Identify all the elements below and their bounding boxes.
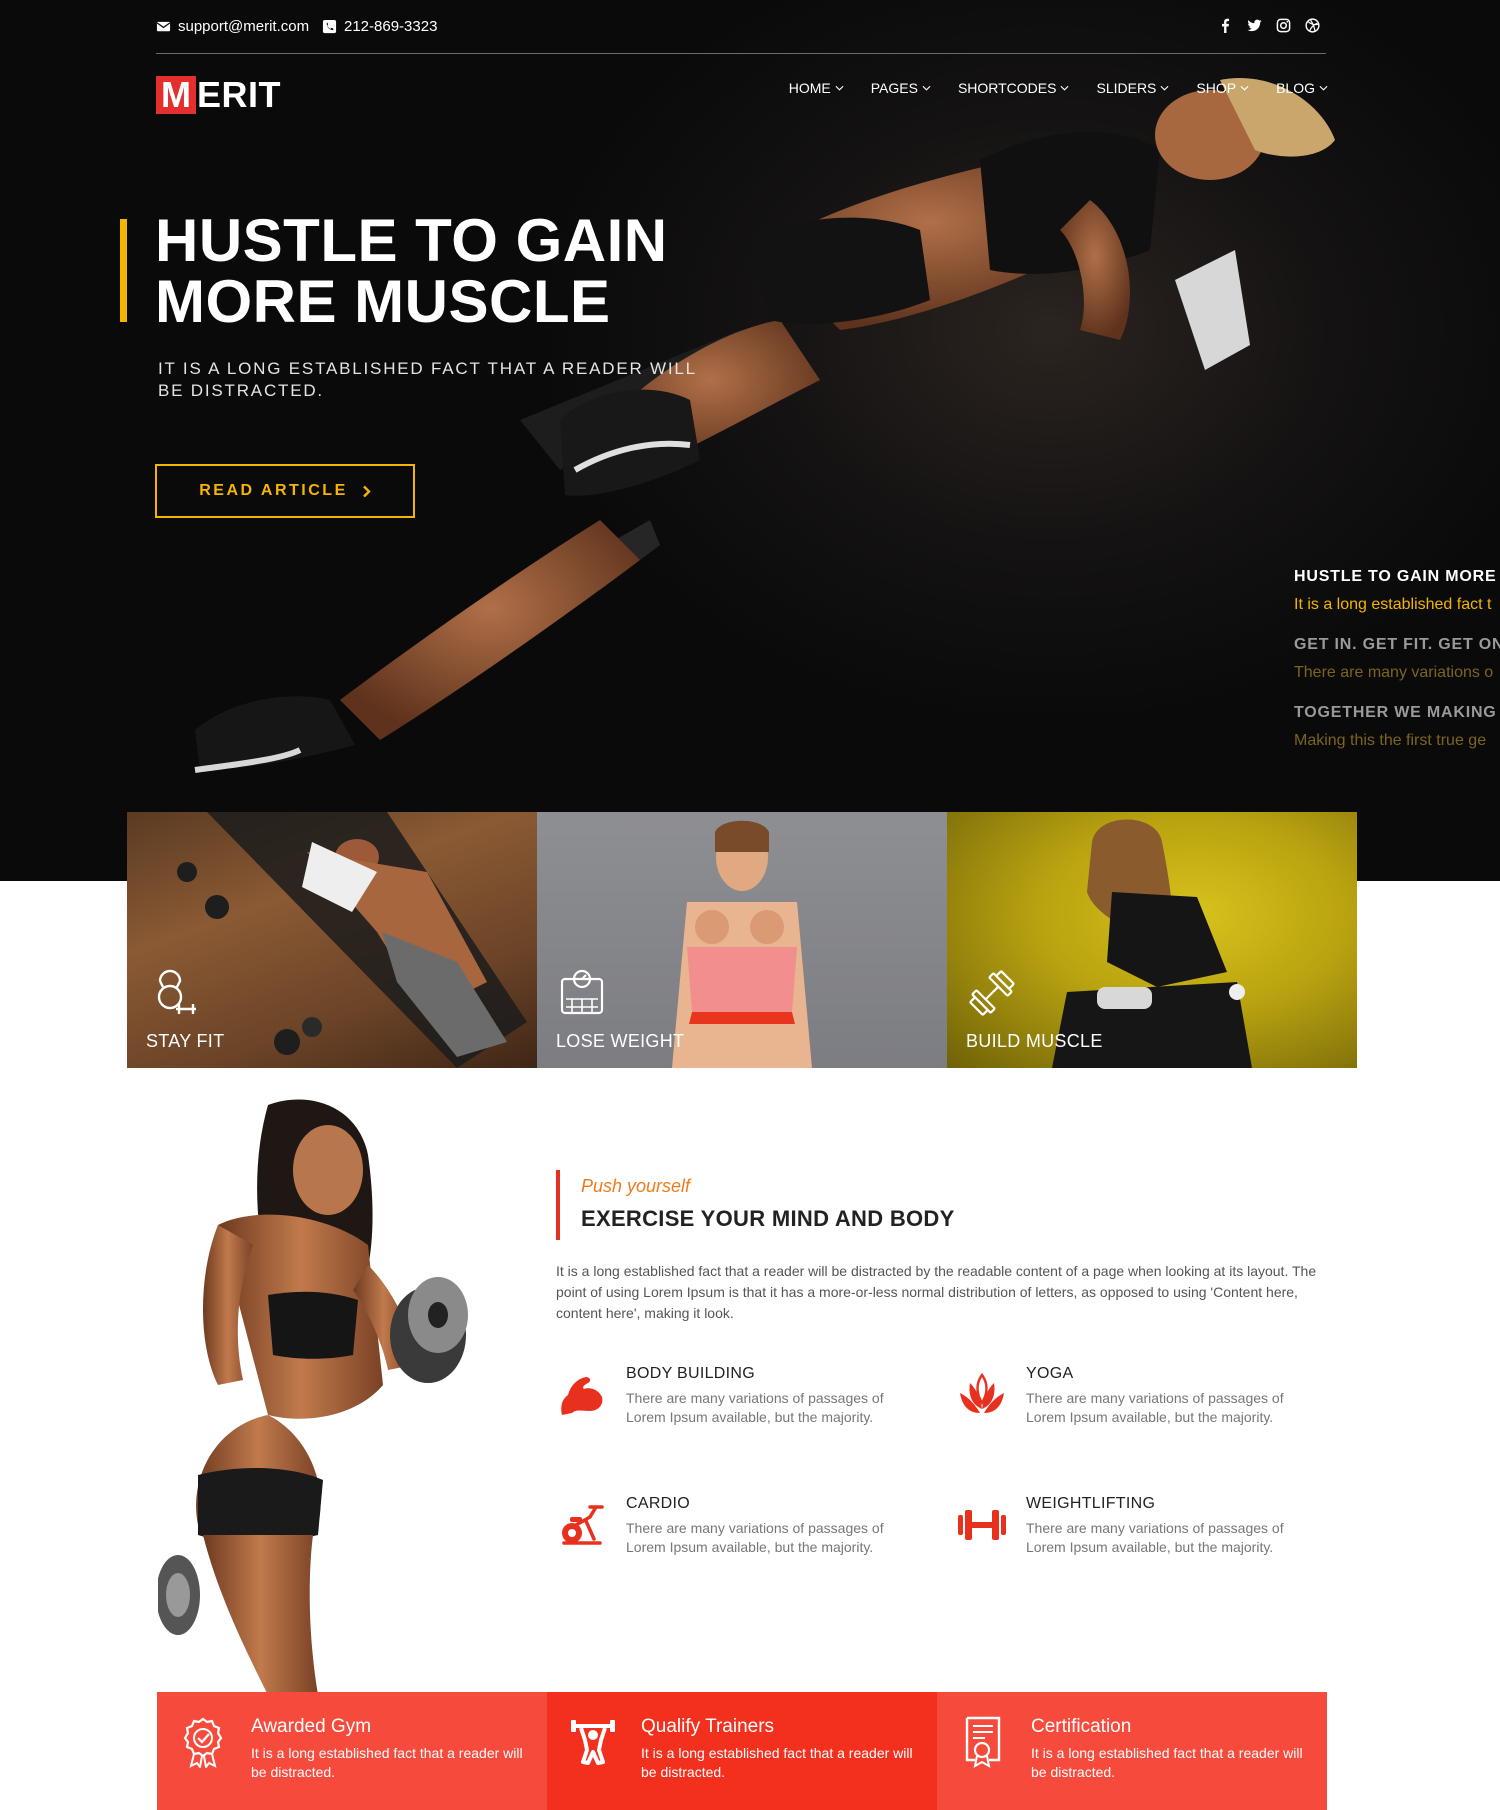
highlight-text: It is a long established fact that a rea… [251,1745,523,1780]
envelope-icon [156,21,171,32]
phone-contact[interactable]: 212-869-3323 [322,18,437,35]
slide-desc: It is a long established fact t [1294,596,1492,613]
fitness-model-image [158,1099,468,1695]
highlight-title: Certification [1031,1716,1132,1737]
slide-entry-3[interactable]: TOGETHER WE MAKING Making this the first… [1294,704,1500,752]
hero-section: support@merit.com 212-869-3323 M ERIT HO… [0,0,1500,881]
tile-build-muscle[interactable]: BUILD MUSCLE [947,812,1357,1068]
barbell-icon [958,1510,1006,1540]
nav-item-home[interactable]: HOME [789,80,844,96]
nav-item-label: SHORTCODES [957,80,1057,96]
highlight-title: Qualify Trainers [641,1716,775,1737]
service-text: There are many variations of passages of… [1026,1390,1284,1425]
logo-mark: M [156,76,196,114]
tile-label: BUILD MUSCLE [966,1031,1103,1051]
service-text: There are many variations of passages of… [1026,1520,1284,1555]
chevron-down-icon [1240,85,1249,91]
build-muscle-photo [1052,819,1252,1068]
flexed-arm-icon [561,1377,603,1415]
stay-fit-photo [177,812,527,1068]
highlight-awarded-gym[interactable]: Awarded Gym It is a long established fac… [157,1692,547,1810]
slide-desc: Making this the first true ge [1294,732,1487,749]
nav-item-shortcodes[interactable]: SHORTCODES [958,80,1070,96]
chevron-down-icon [835,85,844,91]
main-nav: HOME PAGES SHORTCODES SLIDERS SHOP BLOG [789,80,1328,96]
section-accent-bar [556,1170,560,1240]
trainer-icon [571,1720,615,1765]
lose-weight-photo [672,820,812,1068]
highlight-text: It is a long established fact that a rea… [641,1745,913,1780]
lotus-icon [960,1372,1004,1413]
read-article-button[interactable]: READ ARTICLE [155,464,415,518]
chevron-down-icon [922,85,931,91]
tile-label: STAY FIT [146,1031,225,1051]
read-article-label: READ ARTICLE [199,482,348,499]
hero-slide-list: HUSTLE TO GAIN MORE It is a long establi… [1294,568,1500,772]
award-badge-icon [183,1717,223,1768]
slide-title: HUSTLE TO GAIN MORE [1294,568,1497,585]
service-text: There are many variations of passages of… [626,1390,884,1425]
service-title: YOGA [1026,1365,1074,1382]
hero-accent-bar [120,219,127,322]
service-title: WEIGHTLIFTING [1026,1495,1156,1512]
section-text: It is a long established fact that a rea… [556,1263,1317,1321]
nav-item-label: PAGES [870,80,918,96]
nav-item-blog[interactable]: BLOG [1276,80,1328,96]
exercise-bike-icon [562,1505,604,1545]
nav-item-label: SLIDERS [1096,80,1157,96]
kettlebell-icon [157,969,196,1014]
dribbble-icon[interactable] [1305,18,1320,33]
instagram-icon[interactable] [1276,18,1291,33]
phone-icon [322,19,337,34]
chevron-down-icon [1319,85,1328,91]
nav-item-label: HOME [788,80,831,96]
scale-icon [560,969,604,1015]
nav-item-label: SHOP [1196,80,1237,96]
email-contact[interactable]: support@merit.com [156,18,309,35]
chevron-down-icon [1061,85,1069,91]
highlight-text: It is a long established fact that a rea… [1031,1745,1303,1780]
page: support@merit.com 212-869-3323 M ERIT HO… [0,0,1500,1810]
tile-label: LOSE WEIGHT [556,1031,685,1051]
slide-entry-1[interactable]: HUSTLE TO GAIN MORE It is a long establi… [1294,568,1500,616]
feature-tiles: STAY FIT LOSE WEIGHT BUILD MUSCLE [127,812,1357,1068]
nav-item-sliders[interactable]: SLIDERS [1096,80,1169,96]
highlight-title: Awarded Gym [251,1716,372,1737]
highlights-strip: Awarded Gym It is a long established fac… [157,1692,1327,1810]
highlight-certification[interactable]: Certification It is a long established f… [937,1692,1327,1810]
chevron-down-icon [1160,85,1169,91]
site-logo[interactable]: M ERIT [156,76,281,114]
hero-title-line1: HUSTLE TO GAIN [155,207,668,274]
hero-athlete-image [194,78,1335,773]
service-title: CARDIO [626,1495,691,1512]
logo-text: ERIT [197,74,282,115]
twitter-icon[interactable] [1247,18,1262,33]
slide-title: GET IN. GET FIT. GET ON [1294,636,1500,653]
section-kicker: Push yourself [581,1176,691,1196]
phone-text: 212-869-3323 [344,18,438,35]
hero-subtitle: IT IS A LONG ESTABLISHED FACT THAT A REA… [158,359,697,400]
highlight-qualify-trainers[interactable]: Qualify Trainers It is a long establishe… [547,1692,937,1810]
hero-title-line2: MORE MUSCLE [155,268,611,335]
tile-lose-weight[interactable]: LOSE WEIGHT [537,812,947,1068]
service-text: There are many variations of passages of… [626,1520,884,1555]
facebook-icon[interactable] [1218,18,1233,33]
nav-item-shop[interactable]: SHOP [1196,80,1249,96]
service-title: BODY BUILDING [626,1365,755,1382]
nav-item-label: BLOG [1276,80,1315,96]
email-text: support@merit.com [178,18,310,35]
dumbbell-icon [969,970,1015,1016]
section-title: EXERCISE YOUR MIND AND BODY [581,1206,955,1231]
slide-desc: There are many variations o [1294,664,1494,681]
topbar: support@merit.com 212-869-3323 [156,14,1326,54]
hero-title: HUSTLE TO GAIN MORE MUSCLE [155,210,668,332]
nav-item-pages[interactable]: PAGES [871,80,931,96]
slide-title: TOGETHER WE MAKING [1294,704,1497,721]
social-links [1218,18,1320,33]
chevron-right-icon [362,485,371,497]
certificate-icon [965,1716,1001,1768]
slide-entry-2[interactable]: GET IN. GET FIT. GET ON There are many v… [1294,636,1500,684]
tile-stay-fit[interactable]: STAY FIT [127,812,537,1068]
